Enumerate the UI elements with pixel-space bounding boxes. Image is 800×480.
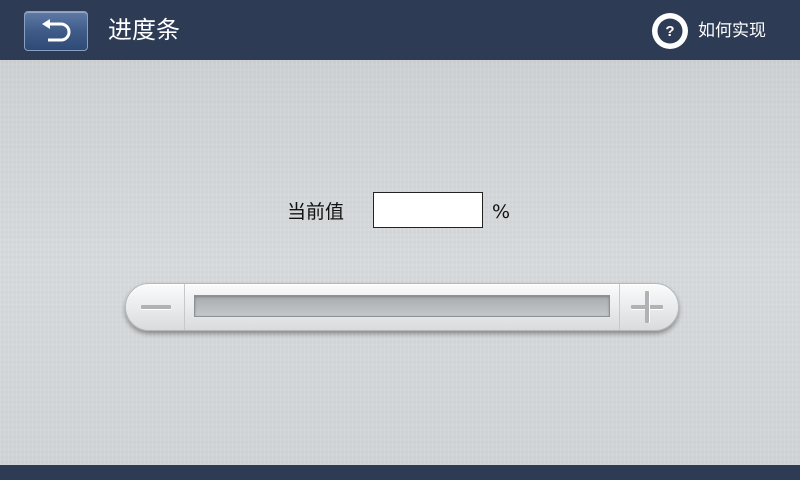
help-button[interactable]: ? 如何实现 bbox=[650, 10, 790, 52]
unit-label: % bbox=[492, 201, 511, 223]
back-button[interactable] bbox=[24, 11, 88, 51]
progress-bar[interactable] bbox=[194, 295, 610, 317]
back-arrow-icon bbox=[42, 19, 71, 42]
content-background bbox=[0, 60, 800, 465]
page-title: 进度条 bbox=[108, 16, 180, 44]
progress-slider bbox=[125, 283, 679, 331]
bottom-bar bbox=[0, 465, 800, 480]
current-value-input[interactable] bbox=[373, 192, 483, 228]
title-bar: 进度条 ? 如何实现 bbox=[0, 0, 800, 60]
current-value-label: 当前值 bbox=[287, 201, 345, 223]
help-label: 如何实现 bbox=[698, 21, 766, 41]
increase-button[interactable] bbox=[619, 284, 678, 330]
help-icon-glyph: ? bbox=[665, 23, 674, 40]
question-circle-icon: ? bbox=[652, 13, 688, 49]
minus-icon bbox=[141, 305, 171, 309]
decrease-button[interactable] bbox=[126, 284, 185, 330]
